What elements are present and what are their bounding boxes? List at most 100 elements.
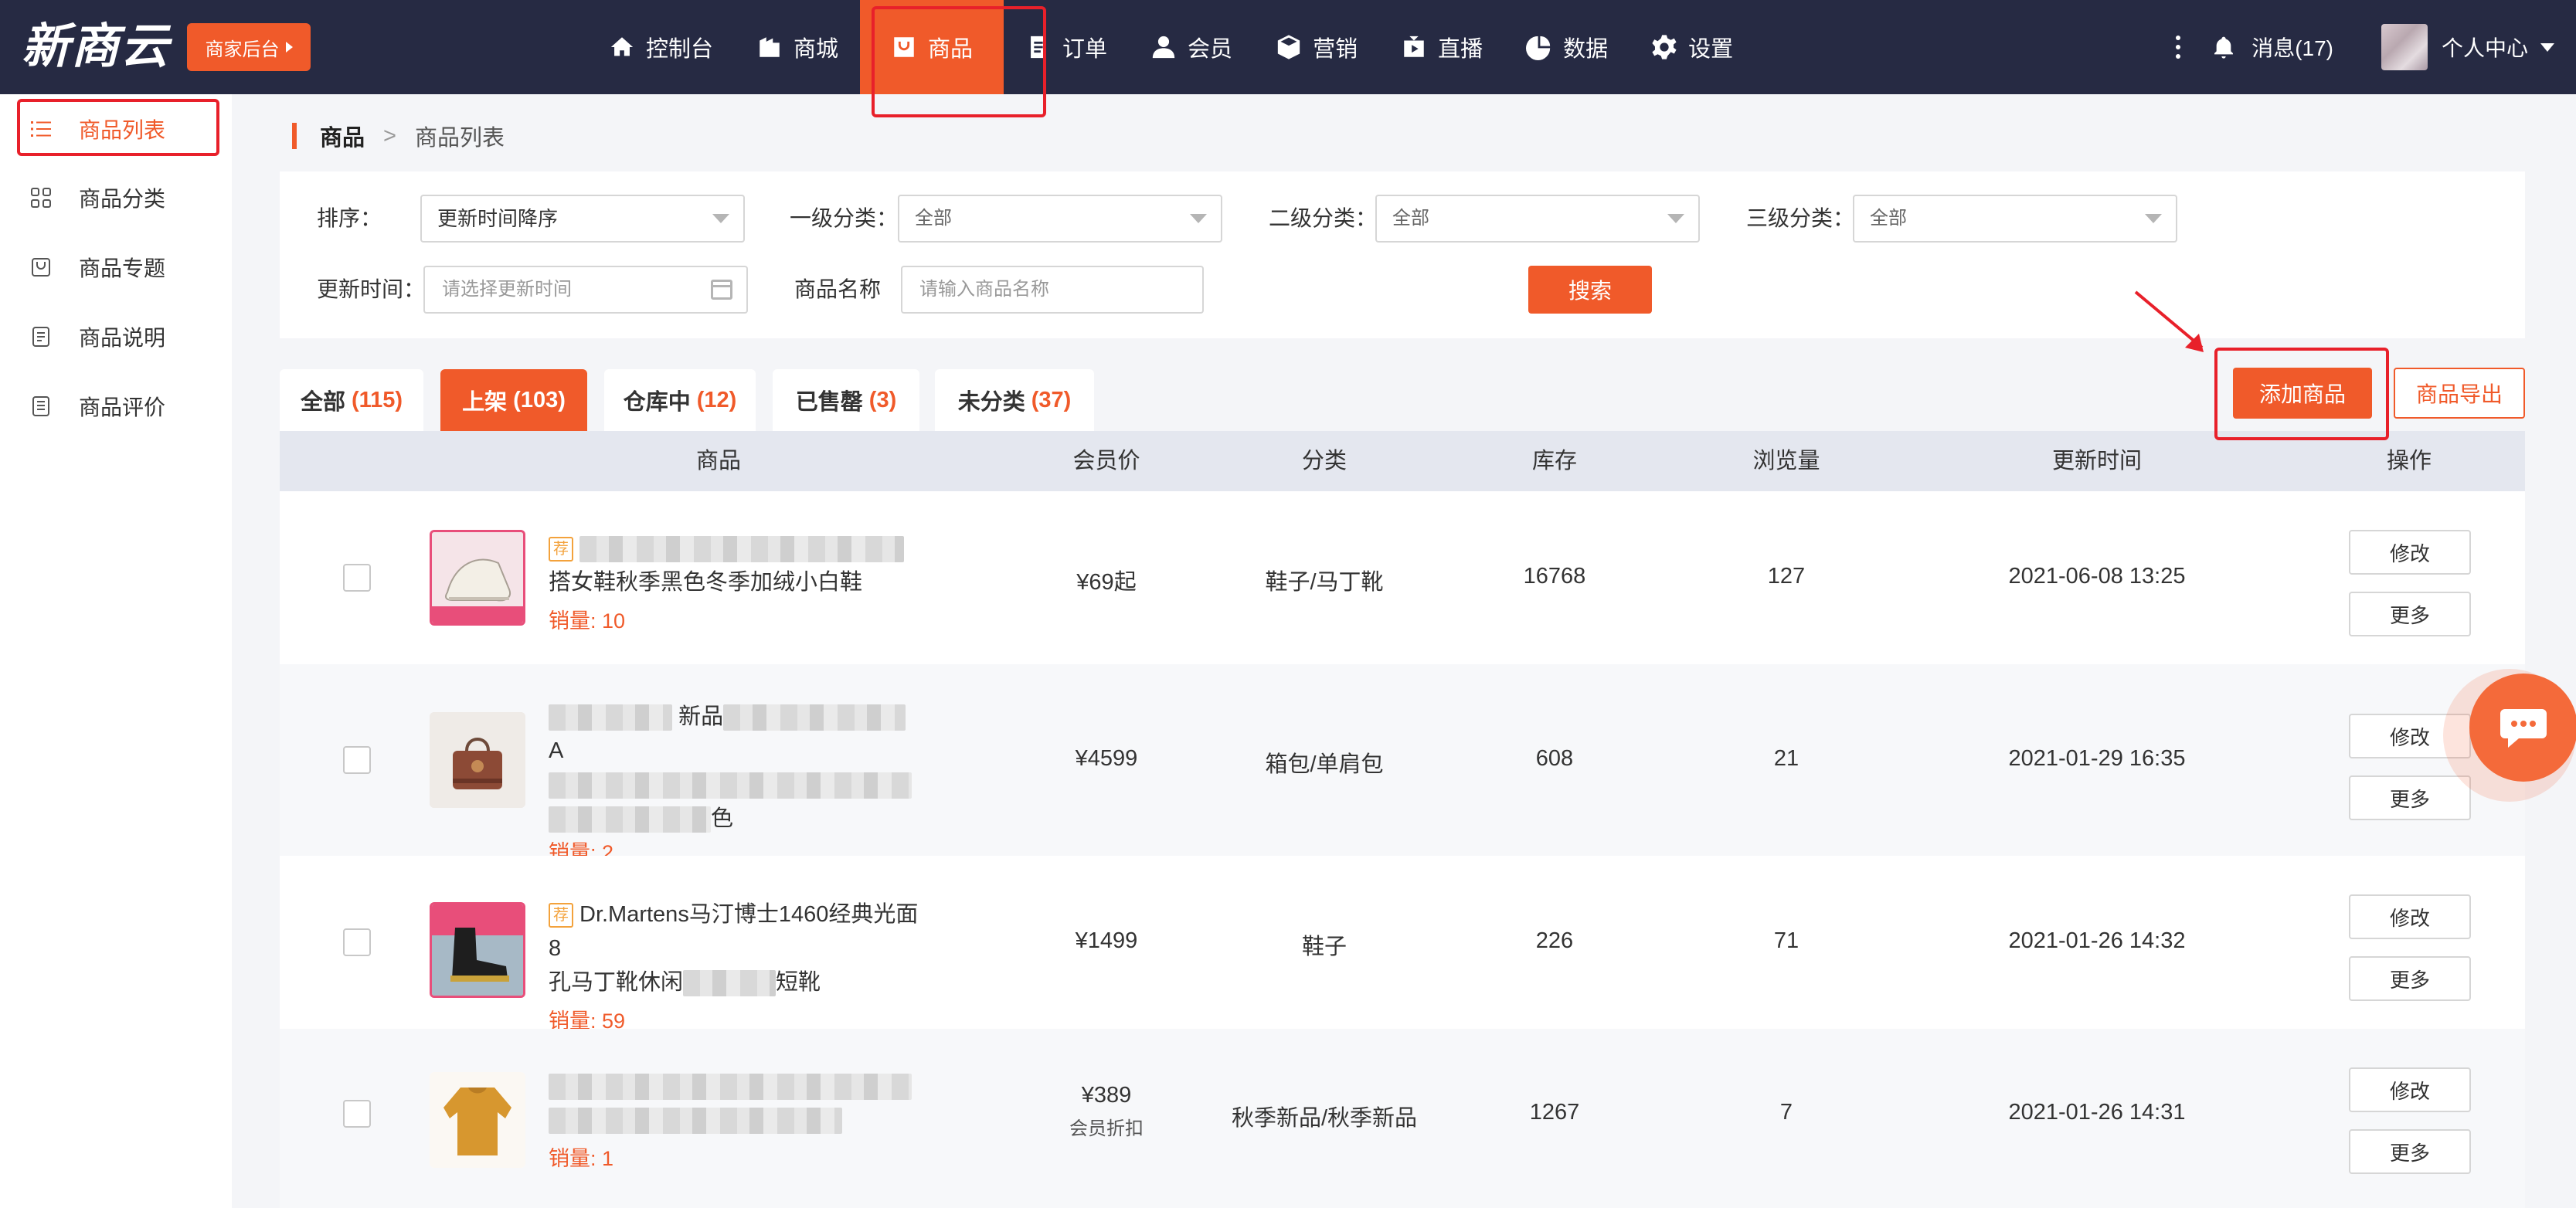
product-thumbnail[interactable] (430, 712, 525, 808)
update-time-picker[interactable]: 请选择更新时间 (423, 266, 748, 314)
customer-service-chat-button[interactable] (2469, 674, 2576, 782)
updated-cell: 2021-01-26 14:32 (2008, 928, 2186, 953)
chevron-down-icon (712, 214, 729, 223)
tab-label: 仓库中 (623, 390, 691, 415)
row-checkbox[interactable] (343, 1100, 371, 1128)
store-icon (760, 37, 780, 57)
nav-item-live[interactable]: 直播 (1379, 0, 1504, 94)
top-right-area: 消息(17) 个人中心 (2176, 0, 2554, 94)
gear-icon (1652, 35, 1677, 59)
member-icon (1152, 36, 1175, 59)
blurred-text (549, 806, 711, 833)
caret-right-icon (285, 42, 293, 53)
user-center-link[interactable]: 个人中心 (2442, 32, 2528, 63)
bell-icon[interactable] (2211, 35, 2251, 59)
member-price: ¥389 (1081, 1083, 1132, 1108)
product-name-line3[interactable]: 色 (549, 802, 919, 836)
tab-uncategorized[interactable]: 未分类 (37) (935, 369, 1094, 431)
nav-item-settings[interactable]: 设置 (1630, 0, 1755, 94)
row-checkbox[interactable] (343, 928, 371, 956)
member-price: ¥1499 (1075, 928, 1138, 953)
product-name-line2[interactable] (549, 768, 919, 802)
sort-select[interactable]: 更新时间降序 (420, 195, 745, 243)
column-header-category: 分类 (1301, 449, 1347, 473)
more-button[interactable]: 更多 (2349, 956, 2471, 1001)
more-button[interactable]: 更多 (2349, 775, 2471, 820)
product-thumbnail[interactable] (430, 902, 525, 998)
product-thumbnail[interactable] (430, 530, 525, 626)
tab-on-shelf[interactable]: 上架 (103) (440, 369, 587, 431)
row-checkbox[interactable] (343, 564, 371, 592)
nav-item-goods[interactable]: 商品 (860, 0, 1004, 94)
sidebar-item-goods-review[interactable]: 商品评价 (0, 383, 232, 429)
category-cell: 鞋子 (1301, 935, 1347, 959)
category1-select-value: 全部 (915, 208, 952, 229)
more-button[interactable]: 更多 (2349, 1129, 2471, 1174)
sidebar-item-label: 商品说明 (79, 326, 166, 350)
tab-all[interactable]: 全部 (115) (280, 369, 423, 431)
product-name[interactable] (549, 1069, 919, 1103)
product-sales: 销量: 1 (549, 1147, 614, 1170)
edit-button[interactable]: 修改 (2349, 530, 2471, 575)
more-vertical-icon[interactable] (2176, 36, 2181, 59)
add-goods-button[interactable]: 添加商品 (2233, 368, 2372, 419)
product-info: 荐 Dr.Martens马汀博士1460经典光面8 孔马丁靴休闲 短靴 销量: 59 (549, 898, 919, 1034)
product-name[interactable]: 新品 A (549, 700, 919, 768)
tab-label: 未分类 (957, 390, 1025, 415)
views-cell: 71 (1773, 928, 1799, 953)
brand-logo[interactable]: 新商云 (22, 17, 170, 76)
category1-label: 一级分类： (790, 206, 899, 230)
merchant-backend-button[interactable]: 商家后台 (187, 23, 311, 71)
sidebar-item-goods-topic[interactable]: 商品专题 (0, 244, 232, 290)
edit-button[interactable]: 修改 (2349, 1067, 2471, 1112)
breadcrumb-item-goods[interactable]: 商品 (320, 120, 365, 152)
sidebar: 商品列表 商品分类 商品专题 商品说明 商品评价 (0, 94, 232, 1208)
product-name[interactable]: 荐 Dr.Martens马汀博士1460经典光面8 (549, 898, 919, 965)
breadcrumb-separator: > (383, 123, 396, 148)
category3-select[interactable]: 全部 (1853, 195, 2177, 243)
goods-name-input[interactable]: 请输入商品名称 (901, 266, 1204, 314)
sidebar-item-goods-description[interactable]: 商品说明 (0, 314, 232, 360)
recommend-badge: 荐 (549, 537, 573, 562)
tab-in-warehouse[interactable]: 仓库中 (12) (604, 369, 756, 431)
product-name-line2[interactable]: 搭女鞋秋季黑色冬季加绒小白鞋 (549, 565, 919, 599)
category3-label: 三级分类： (1746, 206, 1855, 230)
nav-label: 直播 (1438, 37, 1483, 62)
export-goods-button[interactable]: 商品导出 (2394, 368, 2525, 419)
messages-link[interactable]: 消息(17) (2251, 32, 2333, 63)
nav-label: 会员 (1188, 37, 1233, 62)
avatar[interactable] (2381, 24, 2428, 70)
chevron-down-icon[interactable] (2540, 42, 2554, 52)
edit-button[interactable]: 修改 (2349, 894, 2471, 939)
category1-select[interactable]: 全部 (898, 195, 1222, 243)
sidebar-item-label: 商品评价 (79, 395, 166, 419)
nav-item-members[interactable]: 会员 (1129, 0, 1254, 94)
product-name-line2[interactable] (549, 1103, 919, 1137)
nav-item-dashboard[interactable]: 控制台 (587, 0, 735, 94)
tab-sold-out[interactable]: 已售罄 (3) (773, 369, 919, 431)
product-thumbnail[interactable] (430, 1072, 525, 1168)
product-name-line2[interactable]: 孔马丁靴休闲 短靴 (549, 965, 919, 999)
more-button[interactable]: 更多 (2349, 592, 2471, 636)
product-info: 新品A 色 销量: 2 (549, 700, 919, 866)
nav-item-data[interactable]: 数据 (1504, 0, 1630, 94)
tab-count: (115) (351, 387, 403, 412)
nav-label: 控制台 (646, 37, 714, 62)
row-checkbox[interactable] (343, 746, 371, 774)
sidebar-item-goods-category[interactable]: 商品分类 (0, 175, 232, 221)
views-cell: 7 (1779, 1100, 1793, 1125)
sidebar-item-goods-list[interactable]: 商品列表 (0, 106, 232, 152)
product-name[interactable]: 荐 (549, 531, 919, 565)
stock-cell: 226 (1535, 928, 1574, 953)
nav-item-mall[interactable]: 商城 (735, 0, 860, 94)
product-name-line1: Dr.Martens马汀博士1460经典光面8 (549, 902, 919, 961)
category2-label: 二级分类： (1269, 206, 1378, 230)
nav-item-orders[interactable]: 订单 (1004, 0, 1129, 94)
nav-item-marketing[interactable]: 营销 (1254, 0, 1379, 94)
search-button[interactable]: 搜索 (1528, 266, 1652, 314)
tab-count: (37) (1031, 387, 1072, 412)
table-row: 荐 Dr.Martens马汀博士1460经典光面8 孔马丁靴休闲 短靴 销量: 59… (280, 856, 2525, 1033)
category2-select[interactable]: 全部 (1375, 195, 1700, 243)
stock-cell: 608 (1535, 746, 1574, 771)
recommend-badge: 荐 (549, 903, 573, 928)
